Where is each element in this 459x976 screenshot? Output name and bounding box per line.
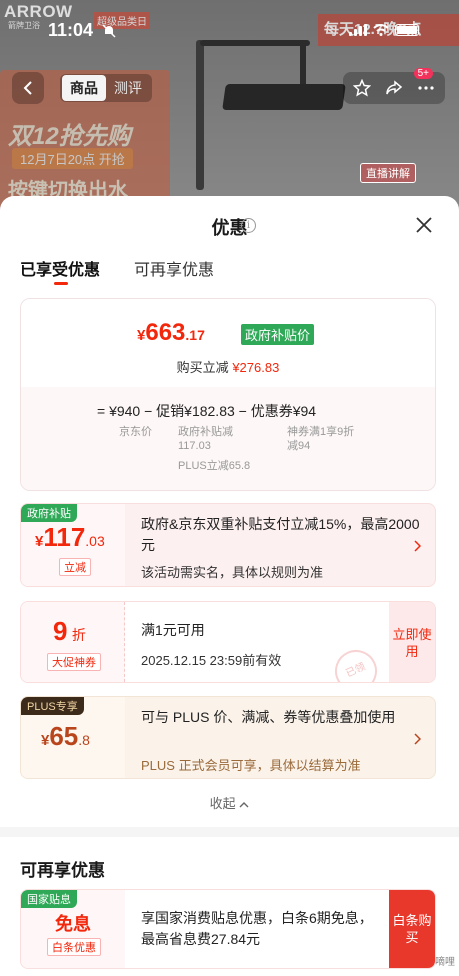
brand-logo: ARROW <box>4 2 73 21</box>
back-button[interactable] <box>12 72 44 104</box>
interest-free-value-area: 国家贴息 免息 白条优惠 <box>21 890 125 968</box>
status-icons <box>349 24 419 36</box>
coupon-expiry: 2025.12.15 23:59前有效 <box>141 653 282 668</box>
gov-subsidy-value: ¥117.03 <box>35 522 105 552</box>
live-explain-tag[interactable]: 直播讲解 <box>360 163 416 183</box>
discount-sheet: 优惠 i 已享受优惠 可再享优惠 ¥663.17 政府补贴价 购买立减 ¥276… <box>0 196 459 976</box>
interest-free-details: 享国家消费贴息优惠，白条6期免息，最高省息费27.84元 <box>125 890 389 968</box>
tab-review[interactable]: 测评 <box>106 75 150 101</box>
plus-amount: PLUS专享 ¥65.8 <box>21 697 125 778</box>
chevron-right-icon <box>414 540 421 552</box>
chevron-right-icon <box>414 733 421 745</box>
plus-corner: PLUS专享 <box>21 697 84 715</box>
nav-actions: 5+ <box>343 68 445 104</box>
price-formula: = ¥940 − 促销¥182.83 − 优惠券¥94 <box>97 403 317 419</box>
tab-product[interactable]: 商品 <box>62 75 106 101</box>
signal-icon <box>349 24 367 36</box>
more-icon[interactable] <box>417 79 435 97</box>
interest-free-text: 享国家消费贴息优惠，白条6期免息，最高省息费27.84元 <box>141 910 373 947</box>
gov-subsidy-corner: 政府补贴 <box>21 504 77 522</box>
status-time: 11:04 <box>48 20 94 40</box>
tab-indicator <box>54 282 68 285</box>
gov-subsidy-note: 该活动需实名，具体以规则为准 <box>141 565 324 580</box>
coupon-detail-2: 减94 <box>287 440 311 452</box>
collapse-button[interactable]: 收起 <box>0 793 459 812</box>
discount-tabs: 已享受优惠 可再享优惠 <box>0 250 459 296</box>
gov-subsidy-amount: 政府补贴 ¥117.03 立减 <box>21 504 125 586</box>
tab-enjoyed[interactable]: 已享受优惠 <box>20 256 100 280</box>
interest-free-value: 免息 <box>55 914 91 934</box>
info-icon[interactable]: i <box>241 218 256 233</box>
jd-price-label: 京东价 <box>119 426 152 438</box>
tab-available[interactable]: 可再享优惠 <box>134 256 214 280</box>
interest-free-card: 国家贴息 免息 白条优惠 享国家消费贴息优惠，白条6期免息，最高省息费27.84… <box>20 889 436 969</box>
coupon-discount: 9 折 <box>53 616 86 646</box>
promo-line-1: 双12抢先购 <box>8 123 131 150</box>
price-summary-card: ¥663.17 政府补贴价 购买立减 ¥276.83 = ¥940 − 促销¥1… <box>20 298 436 491</box>
chevron-up-icon <box>239 802 249 808</box>
baitiao-buy-button[interactable]: 白条购买 <box>389 890 435 968</box>
plus-note: PLUS 正式会员可享，具体以结算为准 <box>141 758 361 773</box>
gov-subsidy-text: 政府&京东双重补贴支付立减15%，最高2000元 <box>141 516 420 553</box>
gov-subsidy-tag: 立减 <box>59 558 91 576</box>
more-section-title: 可再享优惠 <box>20 861 105 880</box>
instant-cut: 购买立减 ¥276.83 <box>176 360 280 375</box>
plus-text: 可与 PLUS 价、满减、券等优惠叠加使用 <box>141 709 396 725</box>
plus-discount-card[interactable]: PLUS专享 ¥65.8 可与 PLUS 价、满减、券等优惠叠加使用 PLUS … <box>20 696 436 779</box>
brand-subtitle: 箭牌卫浴 <box>8 21 40 30</box>
close-icon[interactable] <box>415 216 433 234</box>
final-price: ¥663.17 <box>137 319 205 346</box>
sheet-title: 优惠 <box>211 218 248 238</box>
interest-free-tag: 白条优惠 <box>47 938 101 956</box>
promo-detail-2: 117.03 <box>178 440 211 452</box>
promo-detail-1: 政府补贴减 <box>178 426 233 438</box>
gov-subsidy-card[interactable]: 政府补贴 ¥117.03 立减 政府&京东双重补贴支付立减15%，最高2000元… <box>20 503 436 587</box>
watermark: 嘀哩 <box>435 957 455 968</box>
nav-tabs: 商品 测评 <box>60 74 152 102</box>
sheet-header: 优惠 i <box>0 196 459 250</box>
coupon-tag: 大促神券 <box>47 653 101 671</box>
section-divider <box>0 827 459 837</box>
star-icon[interactable] <box>353 79 371 97</box>
top-nav: 商品 测评 5+ <box>0 68 459 106</box>
gov-price-tag: 政府补贴价 <box>241 324 315 345</box>
chevron-left-icon <box>23 81 32 95</box>
bell-muted-icon <box>102 24 116 38</box>
gov-subsidy-details: 政府&京东双重补贴支付立减15%，最高2000元 该活动需实名，具体以规则为准 <box>125 504 435 586</box>
coupon-condition: 满1元可用 <box>141 622 205 638</box>
message-badge: 5+ <box>413 68 433 79</box>
summary-top: ¥663.17 政府补贴价 购买立减 ¥276.83 <box>21 299 435 387</box>
promo-detail-3: PLUS立减65.8 <box>178 460 251 472</box>
use-now-button[interactable]: 立即使用 <box>389 602 435 682</box>
wifi-icon <box>373 24 389 36</box>
coupon-value-area: 9 折 大促神券 <box>21 602 125 682</box>
discount-coupon-card: 9 折 大促神券 满1元可用 2025.12.15 23:59前有效 已领 立即… <box>20 601 436 683</box>
plus-value: ¥65.8 <box>41 721 90 751</box>
interest-free-corner: 国家贴息 <box>21 890 77 908</box>
promo-line-2: 12月7日20点 开抢 <box>12 148 133 169</box>
shower-arm-graphic <box>200 40 310 46</box>
shower-pipe-graphic <box>196 40 204 190</box>
price-breakdown: = ¥940 − 促销¥182.83 − 优惠券¥94 京东价 政府补贴减 11… <box>21 387 435 490</box>
share-icon[interactable] <box>385 79 403 97</box>
coupon-detail-1: 神券满1享9折 <box>287 426 355 438</box>
plus-details: 可与 PLUS 价、满减、券等优惠叠加使用 PLUS 正式会员可享，具体以结算为… <box>125 697 435 778</box>
battery-icon <box>395 24 419 36</box>
